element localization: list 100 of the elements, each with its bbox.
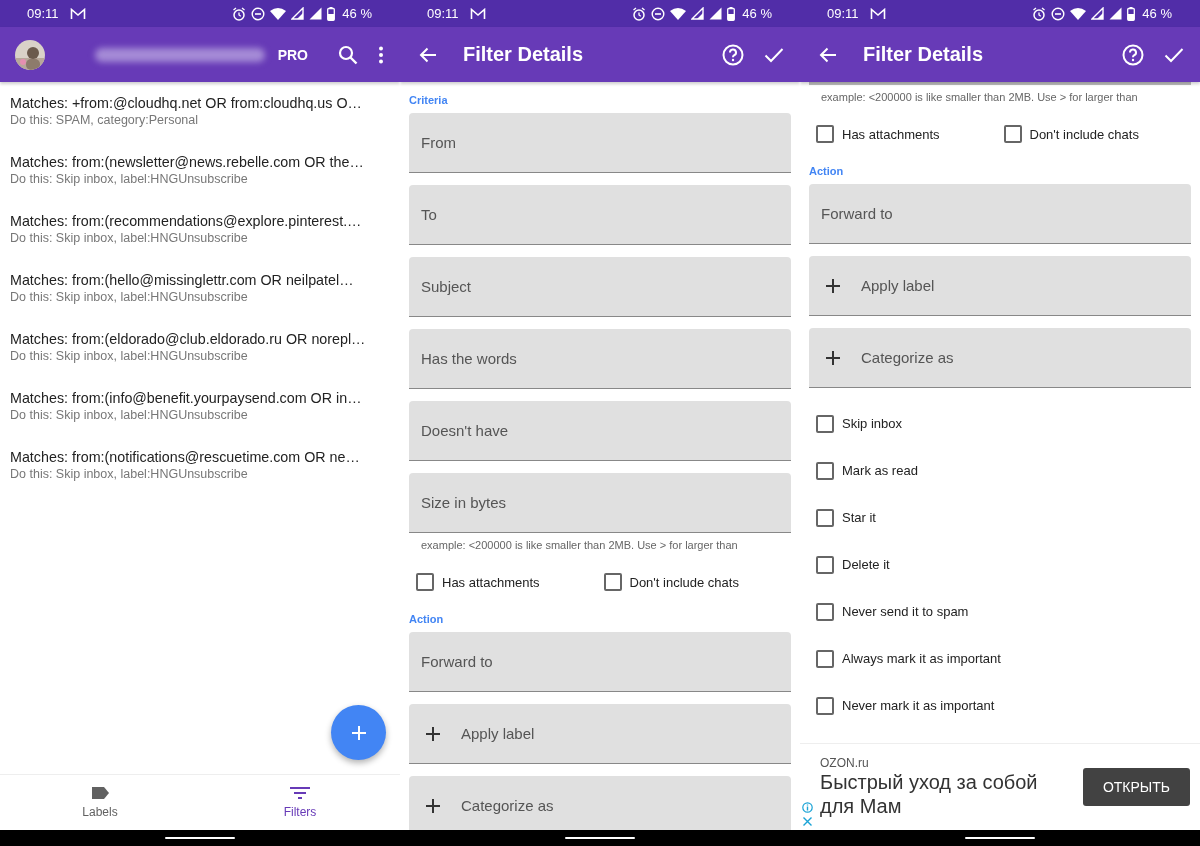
checkbox-label[interactable]: Don't include chats (1029, 126, 1139, 142)
filter-match[interactable]: Matches: from:(info@benefit.yourpaysend.com OR in… (10, 389, 390, 407)
wifi-icon (270, 7, 287, 20)
do-not-disturb-icon (1051, 6, 1066, 21)
filter-action: Do this: Skip inbox, label:HNGUnsubscribe (10, 466, 249, 483)
battery-icon (327, 6, 336, 21)
add-button[interactable] (331, 705, 386, 760)
alarm-icon (232, 6, 247, 21)
checkmark-icon[interactable] (1164, 46, 1184, 63)
filter-match[interactable]: Matches: from:(notifications@rescuetime.com OR ne… (10, 448, 390, 466)
checkbox-label[interactable]: Delete it (842, 557, 890, 572)
signal-icon (309, 7, 323, 20)
input-field[interactable]: To (409, 185, 791, 245)
input-field[interactable]: Forward to (809, 184, 1191, 244)
input-field[interactable]: From (409, 113, 791, 173)
add-field[interactable]: Apply label (809, 256, 1191, 316)
signal-icon (1109, 7, 1123, 20)
signal-icon (709, 7, 723, 20)
plus-icon (826, 278, 840, 293)
filter-match[interactable]: Matches: from:(recommendations@explore.pinterest.… (10, 212, 390, 230)
do-not-disturb-icon (251, 6, 266, 21)
do-not-disturb-icon (651, 6, 666, 21)
checkbox[interactable] (603, 573, 622, 591)
section-heading: Action (809, 164, 845, 179)
status-time: 09:11 (827, 6, 859, 21)
checkbox[interactable] (816, 602, 834, 621)
filter-match[interactable]: Matches: from:(hello@missinglettr.com OR neilpatel… (10, 271, 390, 289)
checkbox[interactable] (816, 555, 834, 574)
input-field[interactable]: Doesn't have (409, 401, 791, 461)
signal-icon (1091, 7, 1105, 20)
tag-icon (91, 786, 109, 799)
section-heading: Criteria (409, 93, 449, 108)
checkbox[interactable] (816, 461, 834, 480)
add-field[interactable]: Categorize as (809, 328, 1191, 388)
checkbox-label[interactable]: Never mark it as important (842, 698, 995, 713)
close-icon[interactable] (802, 816, 813, 827)
search-icon[interactable] (338, 44, 358, 65)
wifi-icon (1070, 7, 1087, 20)
checkbox[interactable] (816, 125, 834, 143)
checkbox-label[interactable]: Has attachments (842, 126, 940, 142)
plus-icon (826, 350, 840, 365)
checkbox-label[interactable]: Mark as read (842, 463, 918, 478)
input-field[interactable]: Forward to (409, 632, 791, 692)
info-icon[interactable] (802, 802, 813, 813)
checkbox-label[interactable]: Has attachments (442, 574, 540, 590)
filter-action: Do this: Skip inbox, label:HNGUnsubscribe (10, 171, 249, 188)
checkbox[interactable] (816, 414, 834, 433)
checkbox[interactable] (1003, 125, 1022, 143)
battery-level: 46 % (342, 6, 372, 21)
filter-action: Do this: SPAM, category:Personal (10, 112, 200, 129)
checkbox-label[interactable]: Don't include chats (629, 574, 739, 590)
checkbox-label[interactable]: Skip inbox (842, 416, 902, 431)
pro-badge[interactable]: PRO (277, 46, 308, 63)
hint-text: example: <200000 is like smaller than 2MB. Use > for larger than (820, 90, 1139, 103)
checkbox[interactable] (416, 573, 434, 591)
wifi-icon (670, 7, 687, 20)
battery-level: 46 % (1142, 6, 1172, 21)
add-field[interactable]: Apply label (409, 704, 791, 764)
help-icon[interactable] (1122, 43, 1144, 66)
screen-title: Filter Details (863, 43, 985, 66)
filter-match[interactable]: Matches: +from:@cloudhq.net OR from:cloudhq.us O… (10, 94, 390, 112)
alarm-icon (632, 6, 647, 21)
open-button[interactable]: ОТКРЫТЬ (1082, 768, 1190, 806)
checkbox-label[interactable]: Never send it to spam (842, 604, 969, 619)
checkbox-label[interactable]: Always mark it as important (842, 651, 1001, 666)
battery-icon (1127, 6, 1136, 21)
back-arrow-icon[interactable] (819, 46, 837, 63)
ad-headline: Быстрый уход за собой для Мам (820, 770, 1039, 818)
checkmark-icon[interactable] (764, 46, 784, 63)
filter-match[interactable]: Matches: from:(eldorado@club.eldorado.ru OR norepl… (10, 330, 390, 348)
more-icon[interactable] (378, 45, 384, 64)
back-arrow-icon[interactable] (419, 46, 437, 63)
battery-level: 46 % (742, 6, 772, 21)
screen-title: Filter Details (463, 43, 585, 66)
plus-icon (426, 726, 440, 741)
ad-advertiser: OZON.ru (820, 756, 870, 770)
filter-action: Do this: Skip inbox, label:HNGUnsubscribe (10, 230, 249, 247)
mail-icon (69, 7, 86, 20)
filter-action: Do this: Skip inbox, label:HNGUnsubscribe (10, 407, 249, 424)
input-field[interactable]: Subject (409, 257, 791, 317)
checkbox[interactable] (816, 649, 834, 668)
filter-icon (290, 786, 310, 799)
signal-icon (291, 7, 305, 20)
checkbox-label[interactable]: Star it (842, 510, 876, 525)
checkbox[interactable] (816, 508, 834, 527)
section-heading: Action (409, 612, 445, 627)
input-field[interactable]: Size in bytes (409, 473, 791, 533)
filter-action: Do this: Skip inbox, label:HNGUnsubscribe (10, 289, 249, 306)
battery-icon (727, 6, 736, 21)
plus-icon (426, 798, 440, 813)
hint-text: example: <200000 is like smaller than 2MB. Use > for larger than (420, 538, 739, 551)
filter-action: Do this: Skip inbox, label:HNGUnsubscribe (10, 348, 249, 365)
input-field[interactable]: Has the words (409, 329, 791, 389)
filter-match[interactable]: Matches: from:(newsletter@news.rebelle.com OR the… (10, 153, 390, 171)
add-field[interactable]: Categorize as (409, 776, 791, 830)
checkbox[interactable] (816, 696, 834, 715)
help-icon[interactable] (722, 43, 744, 66)
status-time: 09:11 (427, 6, 459, 21)
status-time: 09:11 (27, 6, 59, 21)
mail-icon (869, 7, 886, 20)
